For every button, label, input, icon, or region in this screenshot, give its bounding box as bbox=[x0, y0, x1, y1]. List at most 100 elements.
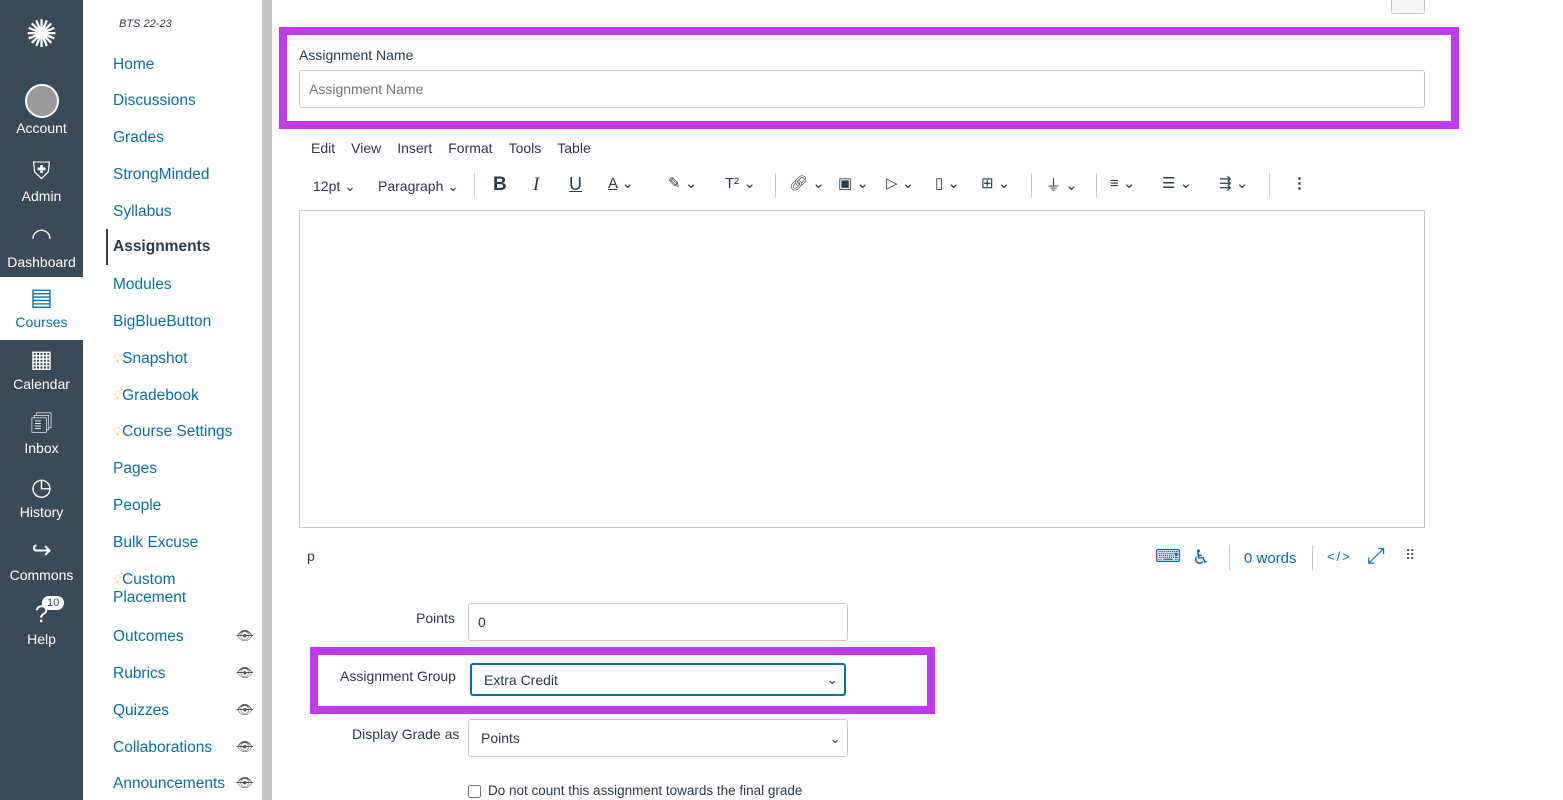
course-nav-item[interactable]: Outcomes 👁︎ bbox=[113, 628, 258, 646]
icon-maker-icon[interactable]: ⊞ ⌄ bbox=[981, 174, 1010, 192]
lightbulb-icon: 💡︎ bbox=[113, 388, 123, 403]
nav-calendar[interactable]: ▦ Calendar bbox=[0, 346, 83, 392]
course-nav-item[interactable]: Syllabus bbox=[113, 203, 258, 221]
course-nav-label: Course Settings bbox=[122, 423, 233, 440]
nav-courses[interactable]: ▤ Courses bbox=[0, 277, 83, 340]
course-nav-item[interactable]: Home bbox=[113, 56, 258, 74]
menu-tools[interactable]: Tools bbox=[509, 140, 542, 156]
nav-label: History bbox=[19, 504, 64, 520]
global-nav: ✺ Account ⛨ Admin ◠ Dashboard ▤ Courses ▦ Ca… bbox=[0, 0, 83, 800]
course-nav-item[interactable]: Bulk Excuse bbox=[113, 534, 258, 552]
exclude-final-grade-checkbox[interactable] bbox=[468, 785, 481, 798]
course-nav-item[interactable]: Collaborations 👁︎ bbox=[113, 739, 258, 757]
course-nav-item[interactable]: 💡︎Gradebook bbox=[113, 387, 258, 405]
chevron-down-icon: ⌄ bbox=[826, 671, 838, 687]
canvas-logo[interactable]: ✺ bbox=[0, 12, 83, 60]
course-nav-item[interactable]: Assignments bbox=[106, 229, 251, 265]
display-grade-select[interactable]: Points ⌄ bbox=[468, 719, 848, 757]
logo-icon: ✺ bbox=[25, 14, 58, 56]
clock-icon: ◷ bbox=[31, 474, 52, 501]
course-nav-item[interactable]: Grades bbox=[113, 129, 258, 147]
lightbulb-icon: 💡︎ bbox=[113, 424, 123, 439]
exclude-final-grade-label[interactable]: Do not count this assignment towards the… bbox=[488, 783, 802, 798]
image-icon[interactable]: ▣ ⌄ bbox=[838, 174, 869, 192]
course-nav-label: Rubrics bbox=[113, 665, 166, 682]
course-nav-label: Grades bbox=[113, 129, 164, 146]
hidden-eye-icon: 👁︎ bbox=[236, 739, 253, 754]
nav-inbox[interactable]: 🗊 Inbox bbox=[0, 410, 83, 456]
avatar-icon bbox=[24, 84, 59, 118]
apps-plug-icon[interactable]: ⏚ ⌄ bbox=[1046, 174, 1078, 195]
element-path[interactable]: p bbox=[307, 548, 315, 564]
media-icon[interactable]: ▷ ⌄ bbox=[886, 174, 914, 192]
hidden-eye-icon: 👁︎ bbox=[236, 628, 253, 643]
menu-view[interactable]: View bbox=[351, 140, 381, 156]
course-nav-item[interactable]: StrongMinded bbox=[113, 166, 258, 184]
shield-key-icon: ⛨ bbox=[32, 158, 51, 185]
assignment-name-label: Assignment Name bbox=[299, 47, 414, 63]
course-nav-item[interactable]: 💡︎Course Settings bbox=[113, 423, 258, 441]
link-icon[interactable]: 🔗︎ ⌄ bbox=[789, 174, 825, 192]
menu-edit[interactable]: Edit bbox=[311, 140, 335, 156]
nav-dashboard[interactable]: ◠ Dashboard bbox=[0, 224, 83, 270]
nav-help[interactable]: ? Help 10 bbox=[0, 596, 83, 647]
assignment-group-label: Assignment Group bbox=[340, 668, 456, 684]
course-nav-item[interactable]: Quizzes 👁︎ bbox=[113, 702, 258, 720]
keyboard-shortcuts-icon[interactable]: ⌨ bbox=[1155, 546, 1181, 567]
course-nav-item[interactable]: People bbox=[113, 497, 258, 515]
assignment-name-input[interactable] bbox=[299, 70, 1425, 108]
italic-icon[interactable]: I bbox=[533, 174, 539, 196]
course-nav-item[interactable]: 💡︎Snapshot bbox=[113, 350, 258, 368]
accessibility-checker-icon[interactable]: ♿︎ bbox=[1192, 545, 1210, 570]
course-nav-label: Discussions bbox=[113, 92, 196, 109]
fullscreen-icon[interactable]: ⤢ bbox=[1367, 543, 1385, 569]
document-icon[interactable]: ▯ ⌄ bbox=[935, 174, 960, 192]
more-toolbar-icon[interactable]: ⋮ bbox=[1292, 174, 1307, 192]
font-size-select[interactable]: 12pt ⌄ bbox=[313, 178, 356, 195]
more-options-button[interactable] bbox=[1391, 0, 1425, 14]
course-nav-item[interactable]: Rubrics 👁︎ bbox=[113, 665, 258, 683]
help-badge: 10 bbox=[42, 596, 65, 610]
divider bbox=[1096, 173, 1097, 197]
editor-content-area[interactable] bbox=[299, 210, 1425, 528]
block-format-select[interactable]: Paragraph ⌄ bbox=[378, 178, 459, 195]
course-nav-label: Collaborations bbox=[113, 739, 213, 756]
course-nav-label: Gradebook bbox=[122, 387, 199, 404]
divider bbox=[775, 173, 776, 197]
course-nav-label: Assignments bbox=[113, 238, 211, 255]
course-nav-item[interactable]: Discussions bbox=[113, 92, 258, 110]
course-nav-item[interactable]: 💡︎Custom Placement bbox=[113, 571, 203, 607]
points-input[interactable]: 0 bbox=[468, 603, 848, 641]
course-nav-label: Custom Placement bbox=[113, 571, 187, 606]
align-icon[interactable]: ≡ ⌄ bbox=[1110, 174, 1136, 192]
divider bbox=[1269, 173, 1270, 197]
resize-handle-icon[interactable]: ⠿ bbox=[1405, 547, 1415, 564]
course-nav-label: Quizzes bbox=[113, 702, 169, 719]
nav-history[interactable]: ◷ History bbox=[0, 474, 83, 520]
indent-icon[interactable]: ⇶ ⌄ bbox=[1219, 174, 1248, 192]
points-label: Points bbox=[416, 610, 455, 626]
word-count[interactable]: 0 words bbox=[1244, 550, 1297, 567]
nav-label: Account bbox=[16, 120, 67, 136]
nav-account[interactable]: Account bbox=[0, 84, 83, 136]
menu-format[interactable]: Format bbox=[448, 140, 492, 156]
list-icon[interactable]: ☰ ⌄ bbox=[1162, 174, 1192, 192]
underline-icon[interactable]: U bbox=[569, 174, 582, 195]
course-nav-item[interactable]: BigBlueButton bbox=[113, 313, 258, 331]
course-nav-item[interactable]: Modules bbox=[113, 276, 258, 294]
nav-commons[interactable]: ↪ Commons bbox=[0, 537, 83, 583]
course-nav-item[interactable]: Announcements 👁︎ bbox=[113, 775, 258, 793]
menu-insert[interactable]: Insert bbox=[397, 140, 432, 156]
course-nav-label: Pages bbox=[113, 460, 157, 477]
course-nav-label: Modules bbox=[113, 276, 172, 293]
course-nav-item[interactable]: Pages bbox=[113, 460, 258, 478]
scrollbar[interactable] bbox=[262, 0, 272, 800]
html-editor-toggle[interactable]: </> bbox=[1327, 549, 1352, 564]
menu-table[interactable]: Table bbox=[557, 140, 590, 156]
nav-admin[interactable]: ⛨ Admin bbox=[0, 158, 83, 204]
text-color-icon[interactable]: A ⌄ bbox=[608, 174, 634, 192]
assignment-group-select[interactable]: Extra Credit ⌄ bbox=[470, 663, 846, 696]
bold-icon[interactable]: B bbox=[493, 174, 507, 196]
highlight-color-icon[interactable]: ✎ ⌄ bbox=[668, 174, 697, 192]
superscript-icon[interactable]: T² ⌄ bbox=[725, 174, 756, 192]
